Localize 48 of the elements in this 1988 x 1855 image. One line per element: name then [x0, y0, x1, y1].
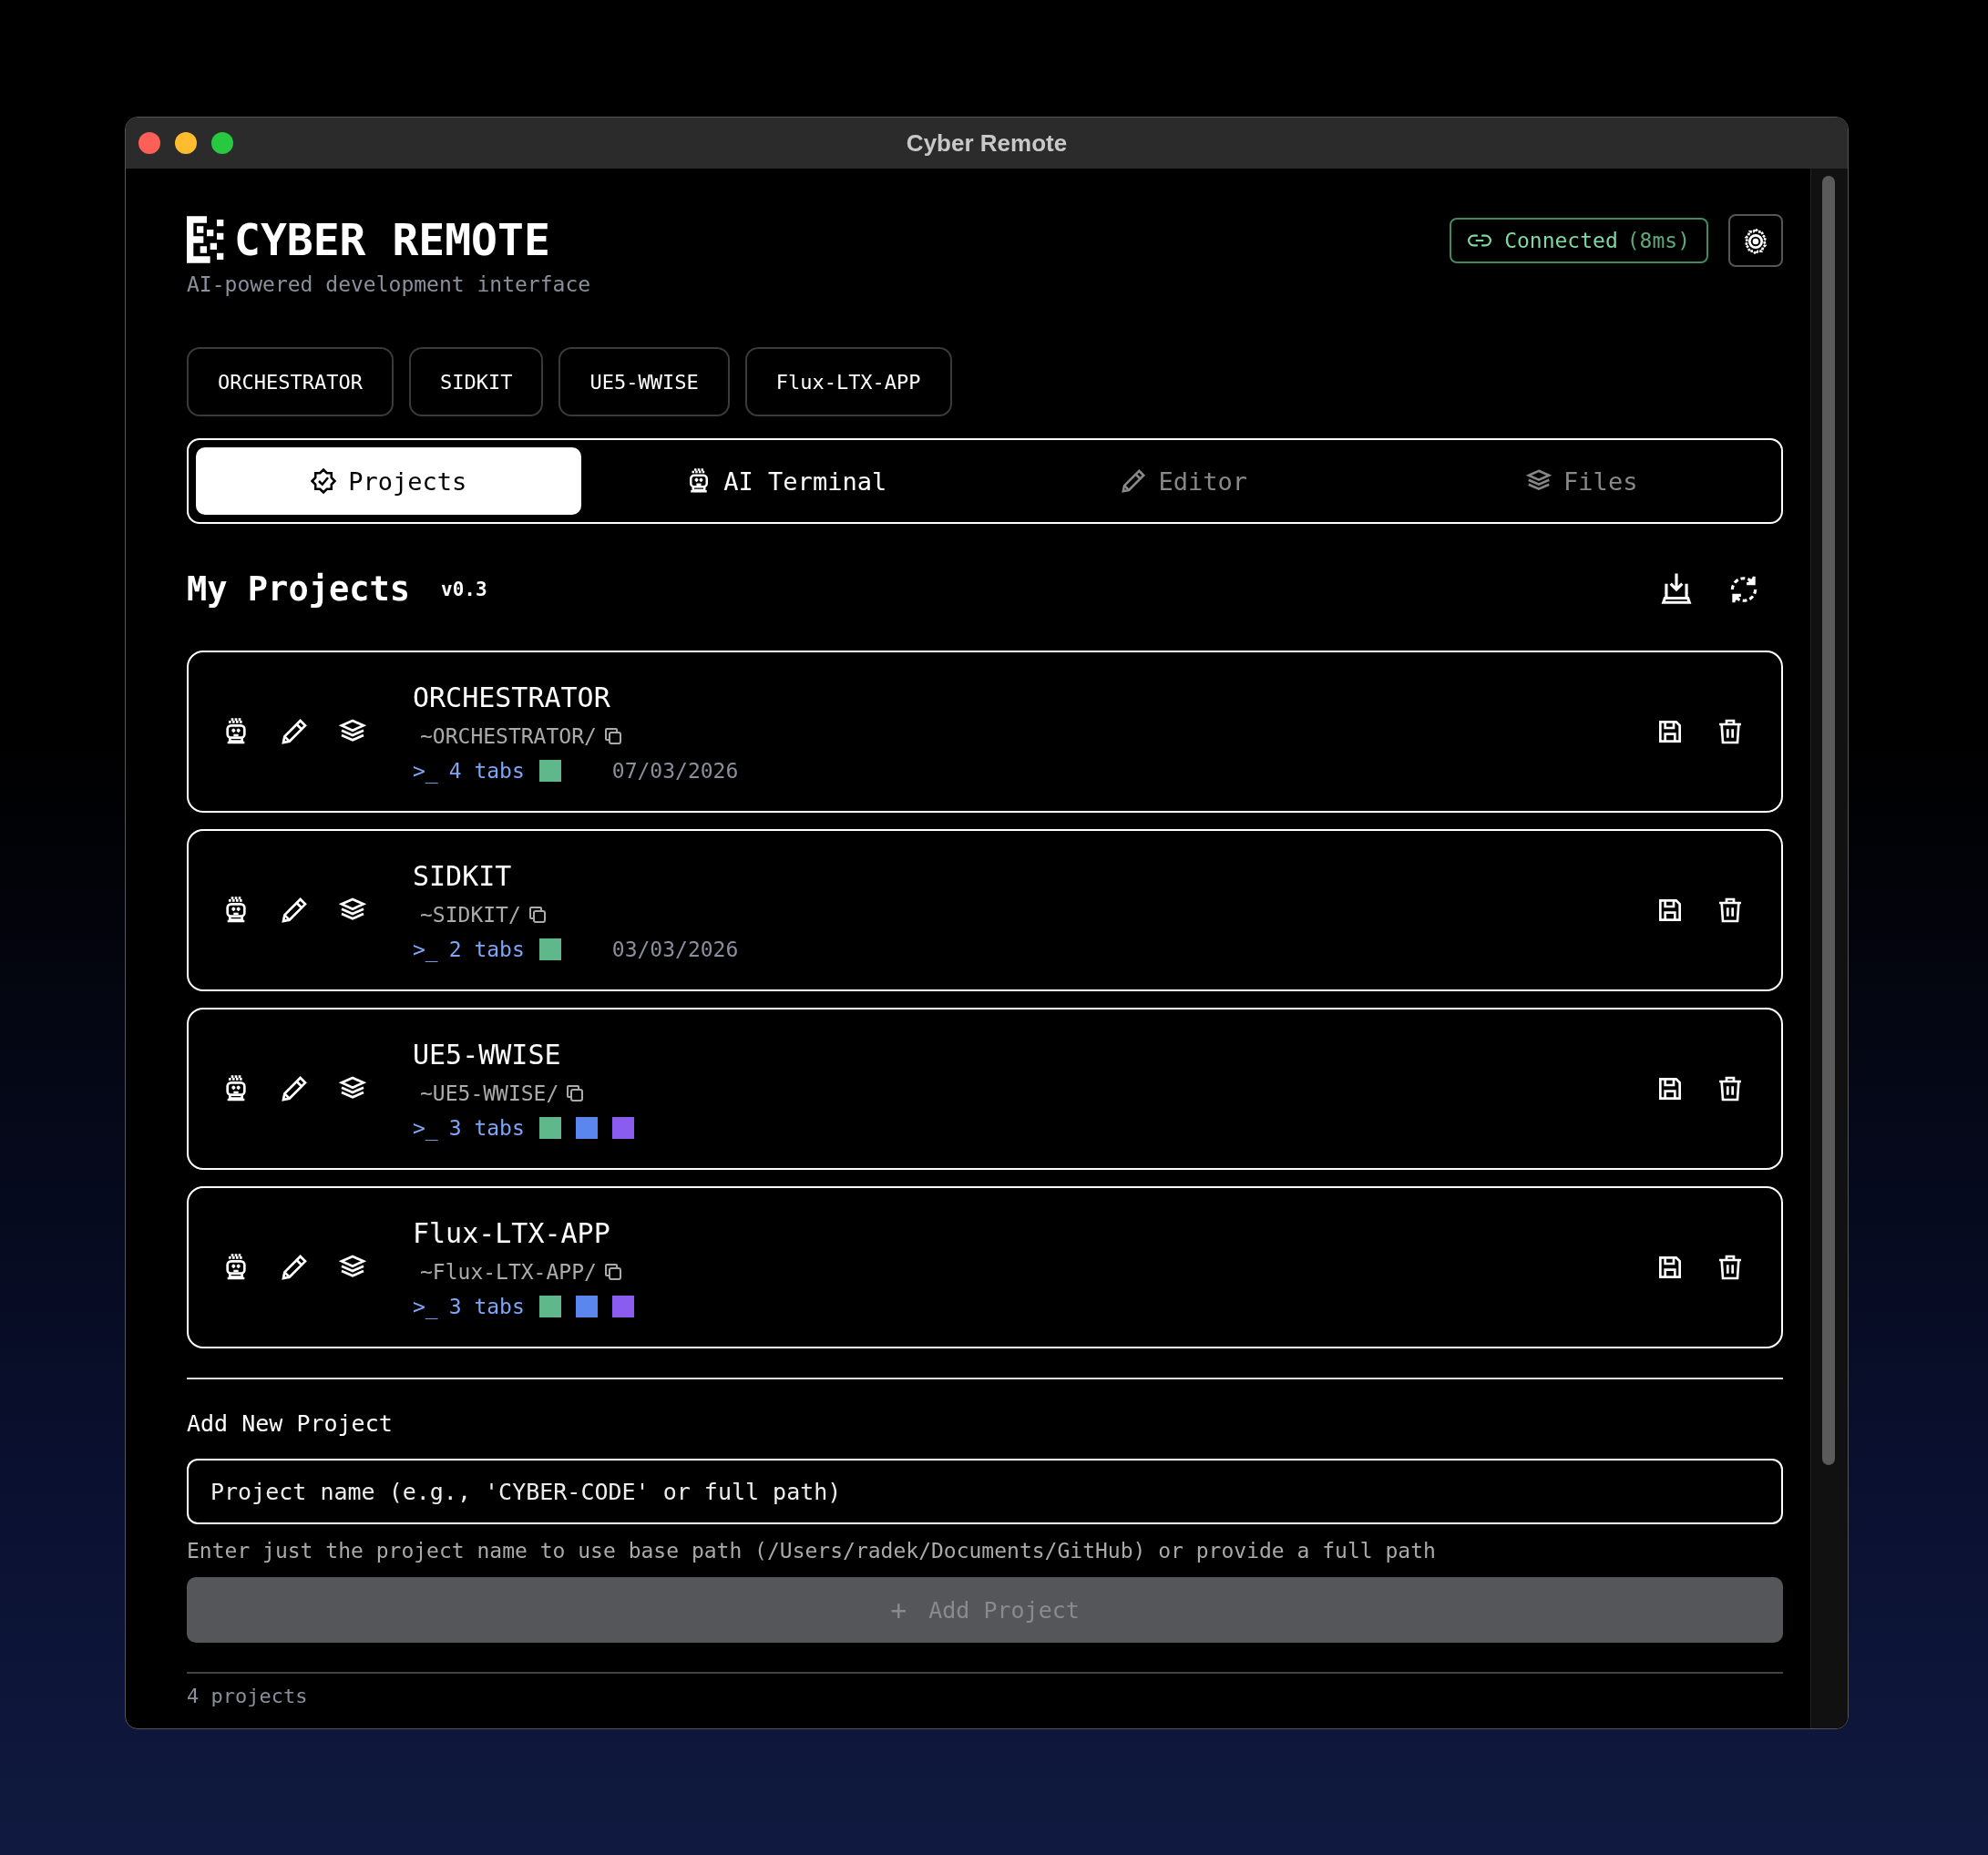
project-count: 4 projects	[187, 1685, 309, 1707]
scrollbar[interactable]	[1822, 176, 1835, 1465]
settings-button[interactable]	[1728, 214, 1783, 267]
project-date: 07/03/2026	[611, 758, 739, 783]
project-path: ~UE5-WWISE/	[420, 1081, 559, 1105]
terminal-prompt: >_	[413, 1294, 438, 1318]
terminal-prompt: >_	[413, 1115, 438, 1140]
project-path: ~SIDKIT/	[420, 902, 521, 927]
project-chip[interactable]: SIDKIT	[408, 347, 544, 416]
terminal-prompt: >_	[413, 937, 438, 961]
project-path: ~Flux-LTX-APP/	[420, 1259, 597, 1284]
section-title: My Projects	[187, 569, 411, 609]
project-path: ~ORCHESTRATOR/	[420, 723, 597, 748]
pencil-icon[interactable]	[280, 1253, 309, 1282]
project-chip[interactable]: ORCHESTRATOR	[187, 347, 394, 416]
project-date: 03/03/2026	[611, 937, 739, 961]
hint-text: Enter just the project name to use base path (/Users/radek/Documents/GitHub) or provide a full path	[187, 1539, 1437, 1563]
badge-check-icon	[310, 467, 338, 495]
project-chip[interactable]: UE5-WWISE	[558, 347, 730, 416]
pencil-icon[interactable]	[280, 1074, 309, 1103]
window-title: Cyber Remote	[906, 128, 1068, 158]
add-project-title: Add New Project	[187, 1410, 394, 1437]
zoom-button[interactable]	[211, 132, 233, 154]
download-icon[interactable]	[1659, 571, 1694, 607]
terminal-prompt: >_	[413, 758, 438, 783]
pencil-icon	[1120, 467, 1148, 495]
project-name: Flux-LTX-APP	[413, 1216, 611, 1249]
tab-count: 2 tabs	[448, 937, 525, 961]
tab-count: 3 tabs	[448, 1294, 525, 1318]
pencil-icon[interactable]	[280, 896, 309, 925]
latency-label: (8ms)	[1626, 229, 1690, 252]
tab[interactable]: AI Terminal	[593, 447, 979, 515]
link-icon	[1468, 232, 1492, 249]
pencil-icon[interactable]	[280, 717, 309, 746]
project-name-field[interactable]: Project name (e.g., 'CYBER-CODE' or full path)	[187, 1459, 1783, 1524]
project-chip[interactable]: Flux-LTX-APP	[744, 347, 952, 416]
connection-label: Connected	[1504, 229, 1618, 252]
version-label: v0.3	[441, 578, 487, 600]
project-name: UE5-WWISE	[413, 1038, 562, 1071]
tab-count: 4 tabs	[448, 758, 525, 783]
project-name: ORCHESTRATOR	[413, 681, 611, 713]
tab[interactable]: Projects	[196, 447, 581, 515]
close-button[interactable]	[138, 132, 160, 154]
app-subtitle: AI-powered development interface	[187, 272, 591, 296]
tab-count: 3 tabs	[448, 1115, 525, 1140]
project-name: SIDKIT	[413, 859, 513, 892]
app-logo-text: CYBER REMOTE	[234, 214, 550, 265]
minimize-button[interactable]	[175, 132, 197, 154]
